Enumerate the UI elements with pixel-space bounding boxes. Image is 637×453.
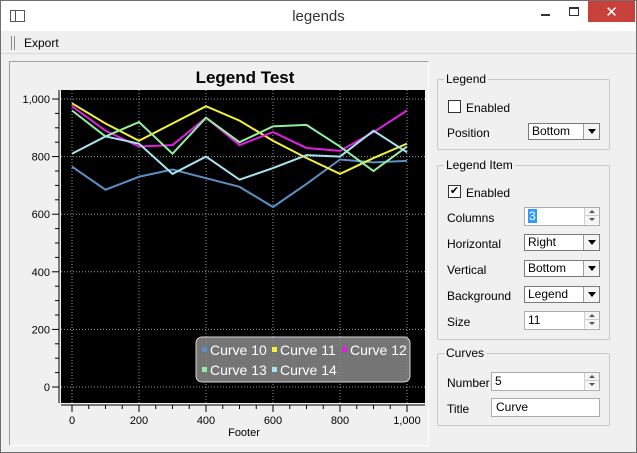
spin-down-icon[interactable] — [585, 216, 599, 224]
size-label: Size — [447, 315, 471, 329]
size-value: 11 — [528, 313, 541, 327]
x-tick-label: 0 — [69, 415, 75, 427]
curves-group: Curves Number 5 Title Curve — [437, 346, 610, 426]
legend-enabled-label: Enabled — [466, 101, 511, 115]
y-tick-label: 1,000 — [22, 94, 50, 106]
legend-item-group: Legend Item ✔ Enabled Columns 3 Horizont… — [437, 158, 610, 340]
curves-group-title: Curves — [444, 346, 487, 360]
maximize-button[interactable] — [561, 1, 587, 22]
plot-panel: Legend Test 0 200 400 600 800 1,000 0 200 400 600… — [9, 61, 429, 446]
columns-spinbox[interactable]: 3 — [524, 207, 600, 226]
legend-swatch — [342, 347, 347, 352]
y-tick-label: 600 — [32, 209, 50, 221]
legend-position-combo[interactable]: Bottom — [528, 123, 600, 140]
background-value: Legend — [528, 287, 569, 301]
spin-down-icon[interactable] — [585, 320, 599, 328]
columns-label: Columns — [447, 211, 495, 225]
export-menu-item[interactable]: Export — [24, 36, 59, 50]
toolbar-grip-handle[interactable] — [11, 36, 15, 50]
legend-entry-label: Curve 10 — [210, 342, 267, 358]
columns-value: 3 — [528, 209, 537, 223]
x-tick-label: 1,000 — [393, 415, 421, 427]
legend-entry-label: Curve 13 — [210, 362, 267, 378]
tool-bar: Export — [1, 31, 636, 54]
close-button[interactable]: ✕ — [588, 1, 635, 22]
x-tick-label: 400 — [197, 415, 215, 427]
number-spinbox[interactable]: 5 — [491, 372, 600, 391]
spin-up-icon[interactable] — [585, 312, 599, 320]
y-tick-label: 400 — [32, 267, 50, 279]
spin-down-icon[interactable] — [585, 381, 599, 389]
x-axis-label: Footer — [228, 427, 260, 439]
vertical-label: Vertical — [447, 263, 487, 277]
horizontal-value: Right — [528, 235, 557, 249]
legend-item-enabled-checkbox[interactable]: ✔ — [448, 185, 461, 198]
legend-position-value: Bottom — [532, 124, 571, 138]
close-icon: ✕ — [605, 3, 618, 21]
y-tick-label: 200 — [32, 324, 50, 336]
legend-swatch — [202, 347, 207, 352]
horizontal-label: Horizontal — [447, 237, 502, 251]
x-tick-label: 800 — [331, 415, 349, 427]
horizontal-combo[interactable]: Right — [524, 234, 600, 251]
legend-swatch — [202, 367, 207, 372]
number-label: Number — [447, 376, 490, 390]
legend-entry-label: Curve 12 — [350, 342, 407, 358]
legend-position-label: Position — [447, 126, 490, 140]
x-tick-label: 600 — [264, 415, 282, 427]
legend-item-group-title: Legend Item — [444, 158, 515, 172]
legend-group-title: Legend — [444, 72, 489, 86]
spin-up-icon[interactable] — [585, 208, 599, 216]
size-spinbox[interactable]: 11 — [524, 311, 600, 330]
plot-legend[interactable]: Curve 10 Curve 11 Curve 12 Curve 13 Curve 14 — [195, 336, 411, 383]
spin-up-icon[interactable] — [585, 373, 599, 381]
legend-entry-label: Curve 14 — [280, 362, 337, 378]
background-combo[interactable]: Legend — [524, 286, 600, 303]
app-window: legends ✕ Export Legend Test 0 200 400 600 8… — [0, 0, 637, 453]
legend-item-enabled-label: Enabled — [466, 186, 511, 200]
number-value: 5 — [495, 374, 502, 388]
y-tick-label: 800 — [32, 152, 50, 164]
check-icon: ✔ — [449, 185, 460, 197]
maximize-icon — [569, 7, 579, 16]
legend-swatch — [272, 347, 277, 352]
chevron-down-icon[interactable] — [583, 235, 599, 250]
y-tick-label: 0 — [44, 382, 50, 394]
minimize-icon — [540, 13, 550, 16]
legend-enabled-checkbox[interactable] — [448, 100, 461, 113]
chevron-down-icon[interactable] — [583, 124, 599, 139]
curve-title-input[interactable]: Curve — [491, 398, 600, 417]
legend-swatch — [272, 367, 277, 372]
chevron-down-icon[interactable] — [583, 261, 599, 276]
title-label: Title — [447, 402, 470, 416]
chevron-down-icon[interactable] — [583, 287, 599, 302]
line-chart: Legend Test 0 200 400 600 800 1,000 0 200 400 600… — [22, 68, 425, 439]
background-label: Background — [447, 289, 512, 303]
vertical-value: Bottom — [528, 261, 567, 275]
chart-title: Legend Test — [196, 68, 295, 87]
legend-group: Legend Enabled Position Bottom — [437, 72, 610, 150]
title-bar[interactable]: legends ✕ — [1, 1, 636, 31]
legend-entry-label: Curve 11 — [280, 342, 336, 358]
vertical-combo[interactable]: Bottom — [524, 260, 600, 277]
x-tick-label: 200 — [130, 415, 148, 427]
minimize-button[interactable] — [531, 1, 559, 22]
